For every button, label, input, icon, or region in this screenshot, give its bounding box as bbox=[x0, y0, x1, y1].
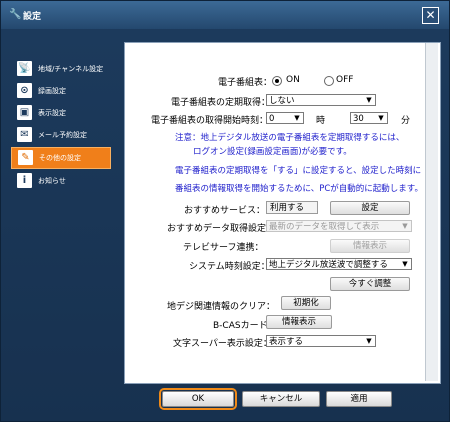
note-wake-line1: 電子番組表の定期取得を「する」に設定すると、設定した時刻に bbox=[175, 166, 422, 176]
sidebar-item-label: 地域/チャンネル設定 bbox=[38, 65, 104, 73]
start-time-label: 電子番組表の取得開始時刻： bbox=[151, 116, 269, 126]
wrench-icon: 🔧 bbox=[9, 9, 22, 20]
recommend-data-value: 最新のデータを取得して表示 bbox=[269, 222, 380, 232]
super-label: 文字スーパー表示設定： bbox=[173, 339, 272, 349]
tvsurf-info-button[interactable]: 情報表示 bbox=[330, 239, 410, 253]
pen-icon: ✎ bbox=[18, 150, 33, 165]
hour-value: 0 bbox=[269, 114, 275, 124]
title-bar: 🔧 設定 ✕ bbox=[1, 1, 449, 29]
sidebar-item-mail[interactable]: ✉ メール予約設定 bbox=[11, 125, 111, 145]
hour-unit: 時 bbox=[316, 116, 326, 126]
chevron-down-icon: ▼ bbox=[366, 96, 372, 104]
chevron-down-icon: ▼ bbox=[402, 260, 408, 268]
chevron-down-icon: ▼ bbox=[366, 337, 372, 345]
panel-scrollbar[interactable] bbox=[425, 43, 438, 381]
initialize-button[interactable]: 初期化 bbox=[281, 296, 331, 310]
recommend-settings-button[interactable]: 設定 bbox=[330, 201, 410, 215]
ok-button[interactable]: OK bbox=[159, 388, 237, 410]
chevron-down-icon: ▼ bbox=[294, 114, 300, 122]
periodic-select[interactable]: しない ▼ bbox=[266, 94, 376, 106]
clock-select[interactable]: 地上デジタル放送波で調整する ▼ bbox=[266, 258, 412, 270]
clear-label: 地デジ関連情報のクリア： bbox=[167, 302, 276, 312]
bcas-info-button[interactable]: 情報表示 bbox=[266, 315, 332, 329]
note-login-line2: ログオン設定(録画設定画面)が必要です。 bbox=[193, 147, 352, 157]
sidebar-item-label: その他の設定 bbox=[39, 154, 81, 162]
epg-off-label: OFF bbox=[336, 75, 354, 85]
info-icon: i bbox=[17, 173, 32, 188]
super-select[interactable]: 表示する ▼ bbox=[266, 335, 376, 347]
epg-on-radio[interactable] bbox=[272, 76, 282, 86]
sidebar-item-label: お知らせ bbox=[38, 177, 66, 185]
periodic-value: しない bbox=[269, 96, 295, 106]
minute-value: 30 bbox=[353, 114, 364, 124]
settings-panel: 電子番組表： ON OFF 電子番組表の定期取得： しない ▼ 電子番組表の取得… bbox=[124, 42, 441, 384]
chevron-down-icon: ▼ bbox=[402, 222, 408, 230]
hour-select[interactable]: 0 ▼ bbox=[266, 112, 304, 124]
mail-icon: ✉ bbox=[17, 127, 32, 142]
sidebar-item-info[interactable]: i お知らせ bbox=[11, 171, 111, 191]
clock-value: 地上デジタル放送波で調整する bbox=[269, 260, 388, 270]
sidebar-item-other[interactable]: ✎ その他の設定 bbox=[11, 147, 111, 169]
apply-button[interactable]: 適用 bbox=[326, 391, 392, 407]
recommend-data-label: おすすめデータ取得設定： bbox=[167, 224, 276, 234]
epg-label: 電子番組表： bbox=[218, 78, 273, 88]
note-wake-line2: 番組表の情報取得を開始するために、PCが自動的に起動します。 bbox=[175, 184, 423, 194]
clock-label: システム時刻設定： bbox=[189, 262, 270, 272]
close-button[interactable]: ✕ bbox=[422, 7, 439, 24]
settings-window: 🔧 設定 ✕ 📡 地域/チャンネル設定 ⊙ 録画設定 ▣ 表示設定 ✉ メール予… bbox=[0, 0, 450, 422]
adjust-now-button[interactable]: 今すぐ調整 bbox=[330, 277, 410, 291]
recommend-label: おすすめサービス： bbox=[184, 206, 266, 216]
sidebar-item-label: 録画設定 bbox=[38, 87, 66, 95]
periodic-label: 電子番組表の定期取得： bbox=[171, 98, 271, 108]
display-icon: ▣ bbox=[17, 105, 32, 120]
sidebar-item-region-channel[interactable]: 📡 地域/チャンネル設定 bbox=[11, 59, 111, 79]
super-value: 表示する bbox=[269, 337, 304, 347]
record-icon: ⊙ bbox=[17, 83, 32, 98]
note-login-line1: 注意：地上デジタル放送の電子番組表を定期取得するには、 bbox=[175, 133, 405, 143]
antenna-icon: 📡 bbox=[17, 61, 32, 76]
dialog-footer: OK キャンセル 適用 bbox=[124, 388, 439, 411]
sidebar-item-display[interactable]: ▣ 表示設定 bbox=[11, 103, 111, 123]
sidebar-item-recording[interactable]: ⊙ 録画設定 bbox=[11, 81, 111, 101]
epg-on-label: ON bbox=[286, 75, 300, 85]
window-title: 設定 bbox=[23, 12, 42, 22]
epg-off-radio[interactable] bbox=[324, 76, 334, 86]
recommend-value: 利用する bbox=[266, 201, 318, 214]
minute-unit: 分 bbox=[401, 116, 411, 126]
minute-select[interactable]: 30 ▼ bbox=[350, 112, 388, 124]
sidebar-item-label: 表示設定 bbox=[38, 109, 66, 117]
cancel-button[interactable]: キャンセル bbox=[242, 391, 320, 407]
chevron-down-icon: ▼ bbox=[378, 114, 384, 122]
tvsurf-label: テレビサーフ連携： bbox=[183, 243, 264, 253]
sidebar-item-label: メール予約設定 bbox=[38, 131, 87, 139]
recommend-data-select[interactable]: 最新のデータを取得して表示 ▼ bbox=[266, 220, 412, 232]
